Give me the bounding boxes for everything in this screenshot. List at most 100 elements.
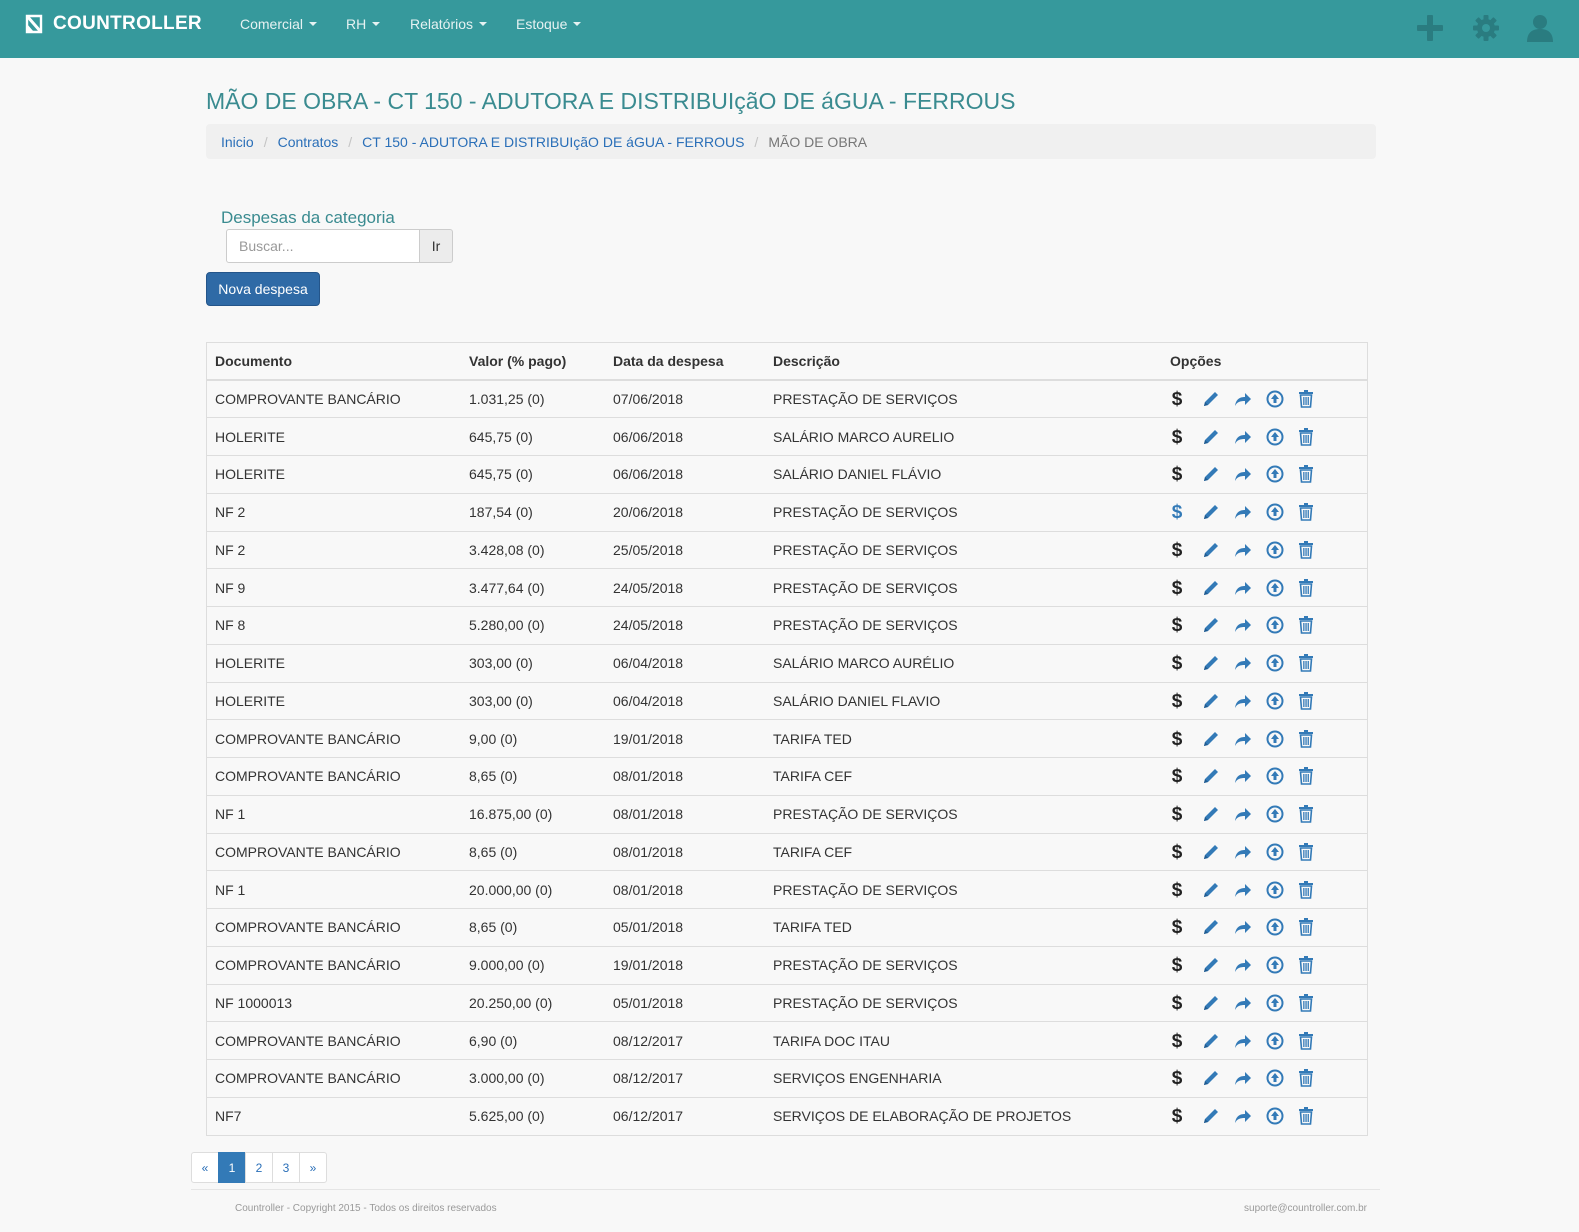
upload-icon[interactable] bbox=[1266, 426, 1298, 448]
dollar-icon[interactable]: $ bbox=[1170, 992, 1202, 1014]
share-icon[interactable] bbox=[1234, 916, 1266, 938]
trash-icon[interactable] bbox=[1298, 577, 1330, 599]
upload-icon[interactable] bbox=[1266, 954, 1298, 976]
pagination-prev[interactable]: « bbox=[191, 1152, 219, 1183]
upload-icon[interactable] bbox=[1266, 841, 1298, 863]
share-icon[interactable] bbox=[1234, 728, 1266, 750]
trash-icon[interactable] bbox=[1298, 803, 1330, 825]
upload-icon[interactable] bbox=[1266, 765, 1298, 787]
pencil-icon[interactable] bbox=[1202, 765, 1234, 787]
pagination-page-1[interactable]: 1 bbox=[218, 1152, 246, 1183]
share-icon[interactable] bbox=[1234, 388, 1266, 410]
dollar-icon[interactable]: $ bbox=[1170, 879, 1202, 901]
dollar-icon[interactable]: $ bbox=[1170, 1067, 1202, 1089]
breadcrumb-contract[interactable]: CT 150 - ADUTORA E DISTRIBUIçãO DE áGUA … bbox=[362, 134, 744, 150]
trash-icon[interactable] bbox=[1298, 614, 1330, 636]
share-icon[interactable] bbox=[1234, 879, 1266, 901]
share-icon[interactable] bbox=[1234, 426, 1266, 448]
dollar-icon[interactable]: $ bbox=[1170, 1030, 1202, 1052]
breadcrumb-home[interactable]: Inicio bbox=[221, 134, 254, 150]
dollar-icon[interactable]: $ bbox=[1170, 690, 1202, 712]
dollar-icon[interactable]: $ bbox=[1170, 614, 1202, 636]
share-icon[interactable] bbox=[1234, 765, 1266, 787]
menu-rh[interactable]: RH bbox=[346, 16, 381, 32]
share-icon[interactable] bbox=[1234, 614, 1266, 636]
trash-icon[interactable] bbox=[1298, 1067, 1330, 1089]
pencil-icon[interactable] bbox=[1202, 614, 1234, 636]
upload-icon[interactable] bbox=[1266, 577, 1298, 599]
dollar-icon[interactable]: $ bbox=[1170, 426, 1202, 448]
upload-icon[interactable] bbox=[1266, 501, 1298, 523]
trash-icon[interactable] bbox=[1298, 992, 1330, 1014]
pencil-icon[interactable] bbox=[1202, 1067, 1234, 1089]
pencil-icon[interactable] bbox=[1202, 992, 1234, 1014]
dollar-icon[interactable]: $ bbox=[1170, 388, 1202, 410]
share-icon[interactable] bbox=[1234, 539, 1266, 561]
upload-icon[interactable] bbox=[1266, 652, 1298, 674]
search-button[interactable]: Ir bbox=[419, 229, 453, 263]
dollar-icon[interactable]: $ bbox=[1170, 916, 1202, 938]
pagination-page-2[interactable]: 2 bbox=[245, 1152, 273, 1183]
pencil-icon[interactable] bbox=[1202, 501, 1234, 523]
dollar-icon[interactable]: $ bbox=[1170, 463, 1202, 485]
gear-icon[interactable] bbox=[1471, 13, 1501, 43]
trash-icon[interactable] bbox=[1298, 426, 1330, 448]
share-icon[interactable] bbox=[1234, 501, 1266, 523]
pencil-icon[interactable] bbox=[1202, 803, 1234, 825]
upload-icon[interactable] bbox=[1266, 1030, 1298, 1052]
trash-icon[interactable] bbox=[1298, 1030, 1330, 1052]
dollar-icon[interactable]: $ bbox=[1170, 539, 1202, 561]
upload-icon[interactable] bbox=[1266, 916, 1298, 938]
trash-icon[interactable] bbox=[1298, 841, 1330, 863]
dollar-icon[interactable]: $ bbox=[1170, 501, 1202, 523]
share-icon[interactable] bbox=[1234, 803, 1266, 825]
trash-icon[interactable] bbox=[1298, 879, 1330, 901]
upload-icon[interactable] bbox=[1266, 992, 1298, 1014]
trash-icon[interactable] bbox=[1298, 539, 1330, 561]
upload-icon[interactable] bbox=[1266, 803, 1298, 825]
share-icon[interactable] bbox=[1234, 577, 1266, 599]
upload-icon[interactable] bbox=[1266, 1067, 1298, 1089]
upload-icon[interactable] bbox=[1266, 539, 1298, 561]
dollar-icon[interactable]: $ bbox=[1170, 1105, 1202, 1127]
upload-icon[interactable] bbox=[1266, 1105, 1298, 1127]
dollar-icon[interactable]: $ bbox=[1170, 841, 1202, 863]
user-icon[interactable] bbox=[1525, 13, 1555, 43]
dollar-icon[interactable]: $ bbox=[1170, 954, 1202, 976]
share-icon[interactable] bbox=[1234, 1105, 1266, 1127]
dollar-icon[interactable]: $ bbox=[1170, 652, 1202, 674]
share-icon[interactable] bbox=[1234, 992, 1266, 1014]
trash-icon[interactable] bbox=[1298, 463, 1330, 485]
menu-estoque[interactable]: Estoque bbox=[516, 16, 582, 32]
pencil-icon[interactable] bbox=[1202, 841, 1234, 863]
upload-icon[interactable] bbox=[1266, 388, 1298, 410]
upload-icon[interactable] bbox=[1266, 728, 1298, 750]
share-icon[interactable] bbox=[1234, 463, 1266, 485]
share-icon[interactable] bbox=[1234, 954, 1266, 976]
menu-relatorios[interactable]: Relatórios bbox=[410, 16, 488, 32]
pencil-icon[interactable] bbox=[1202, 1030, 1234, 1052]
pencil-icon[interactable] bbox=[1202, 728, 1234, 750]
share-icon[interactable] bbox=[1234, 690, 1266, 712]
upload-icon[interactable] bbox=[1266, 690, 1298, 712]
dollar-icon[interactable]: $ bbox=[1170, 765, 1202, 787]
trash-icon[interactable] bbox=[1298, 765, 1330, 787]
trash-icon[interactable] bbox=[1298, 728, 1330, 750]
trash-icon[interactable] bbox=[1298, 690, 1330, 712]
pencil-icon[interactable] bbox=[1202, 426, 1234, 448]
share-icon[interactable] bbox=[1234, 841, 1266, 863]
pagination-page-3[interactable]: 3 bbox=[272, 1152, 300, 1183]
pencil-icon[interactable] bbox=[1202, 1105, 1234, 1127]
pencil-icon[interactable] bbox=[1202, 954, 1234, 976]
dollar-icon[interactable]: $ bbox=[1170, 803, 1202, 825]
menu-comercial[interactable]: Comercial bbox=[240, 16, 318, 32]
pagination-next[interactable]: » bbox=[299, 1152, 327, 1183]
share-icon[interactable] bbox=[1234, 652, 1266, 674]
trash-icon[interactable] bbox=[1298, 501, 1330, 523]
pencil-icon[interactable] bbox=[1202, 463, 1234, 485]
upload-icon[interactable] bbox=[1266, 463, 1298, 485]
upload-icon[interactable] bbox=[1266, 614, 1298, 636]
pencil-icon[interactable] bbox=[1202, 652, 1234, 674]
trash-icon[interactable] bbox=[1298, 1105, 1330, 1127]
pencil-icon[interactable] bbox=[1202, 690, 1234, 712]
